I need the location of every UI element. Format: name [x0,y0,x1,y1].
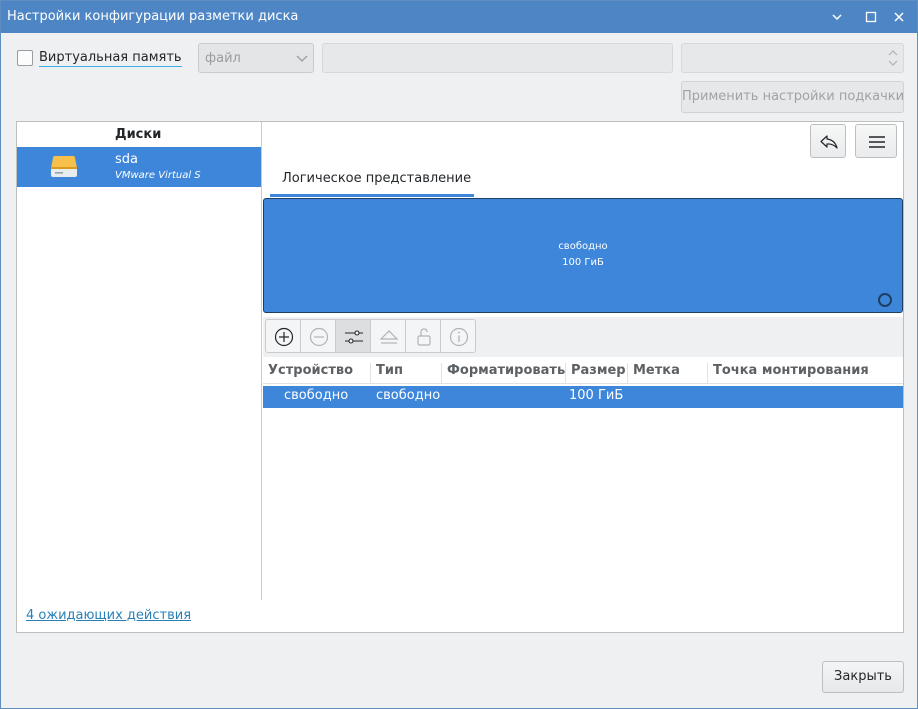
partition-free-space[interactable]: свободно 100 ГиБ [263,198,903,313]
hard-drive-icon [49,154,79,180]
hamburger-menu-icon [869,136,885,148]
tab-active-indicator [270,194,474,197]
tab-logical-view[interactable]: Логическое представление [270,167,474,197]
partition-table-header: Устройство Тип Форматировать Размер Метк… [263,360,903,384]
disk-name: sda [115,152,138,167]
menu-button[interactable] [855,124,897,158]
virtual-memory-label[interactable]: Виртуальная память [39,50,182,67]
column-type[interactable]: Тип [371,363,442,383]
spin-arrows-icon [887,47,899,69]
edit-partition-button[interactable] [335,319,371,353]
column-format[interactable]: Форматировать [442,363,566,383]
unlock-button[interactable] [405,319,441,353]
swap-type-select: файл [198,43,314,73]
maximize-icon[interactable] [861,7,881,27]
partition-toolbar [263,317,903,357]
column-label[interactable]: Метка [628,363,708,383]
pending-actions-link[interactable]: 4 ожидающих действия [26,608,191,623]
swap-type-value: файл [205,51,241,66]
virtual-memory-checkbox[interactable] [17,50,33,66]
chevron-down-icon [295,51,309,65]
swap-size-spinbox [681,43,904,73]
eject-icon [379,330,399,344]
partition-config-window: Настройки конфигурации разметки диска Ви… [0,0,918,709]
plus-circle-icon [274,327,294,347]
undo-button[interactable] [810,124,846,158]
partition-indicator-icon [878,293,892,307]
table-row[interactable]: свободно свободно 100 ГиБ [263,386,903,408]
unlock-icon [417,328,431,346]
eject-button[interactable] [370,319,406,353]
add-partition-button[interactable] [265,319,301,353]
apply-swap-button: Применить настройки подкачки [681,81,904,113]
partition-label: свободно [558,241,608,252]
remove-partition-button[interactable] [300,319,336,353]
info-button[interactable] [440,319,476,353]
cell-device: свободно [284,388,349,403]
undo-icon [820,135,838,149]
main-panel: Диски sda VMware Virtual S 4 ожидающих д… [16,121,904,633]
minimize-icon[interactable] [827,7,847,27]
sliders-icon [345,330,363,344]
cell-size: 100 ГиБ [569,388,624,403]
column-mount-point[interactable]: Точка монтирования [708,363,903,383]
column-size[interactable]: Размер [566,363,628,383]
cell-type: свободно [376,388,441,403]
disks-header: Диски [115,127,162,142]
minus-circle-icon [309,327,329,347]
tab-label: Логическое представление [282,171,472,186]
swap-path-input [322,43,673,73]
disk-item-sda[interactable]: sda VMware Virtual S [17,147,261,187]
info-icon [449,327,469,347]
close-button[interactable]: Закрыть [822,661,904,693]
window-title: Настройки конфигурации разметки диска [7,9,299,24]
disk-model: VMware Virtual S [115,170,201,181]
partition-size: 100 ГиБ [562,257,604,268]
titlebar: Настройки конфигурации разметки диска [1,1,917,33]
column-device[interactable]: Устройство [263,363,371,383]
panel-divider [261,122,262,600]
close-icon[interactable] [889,7,909,27]
